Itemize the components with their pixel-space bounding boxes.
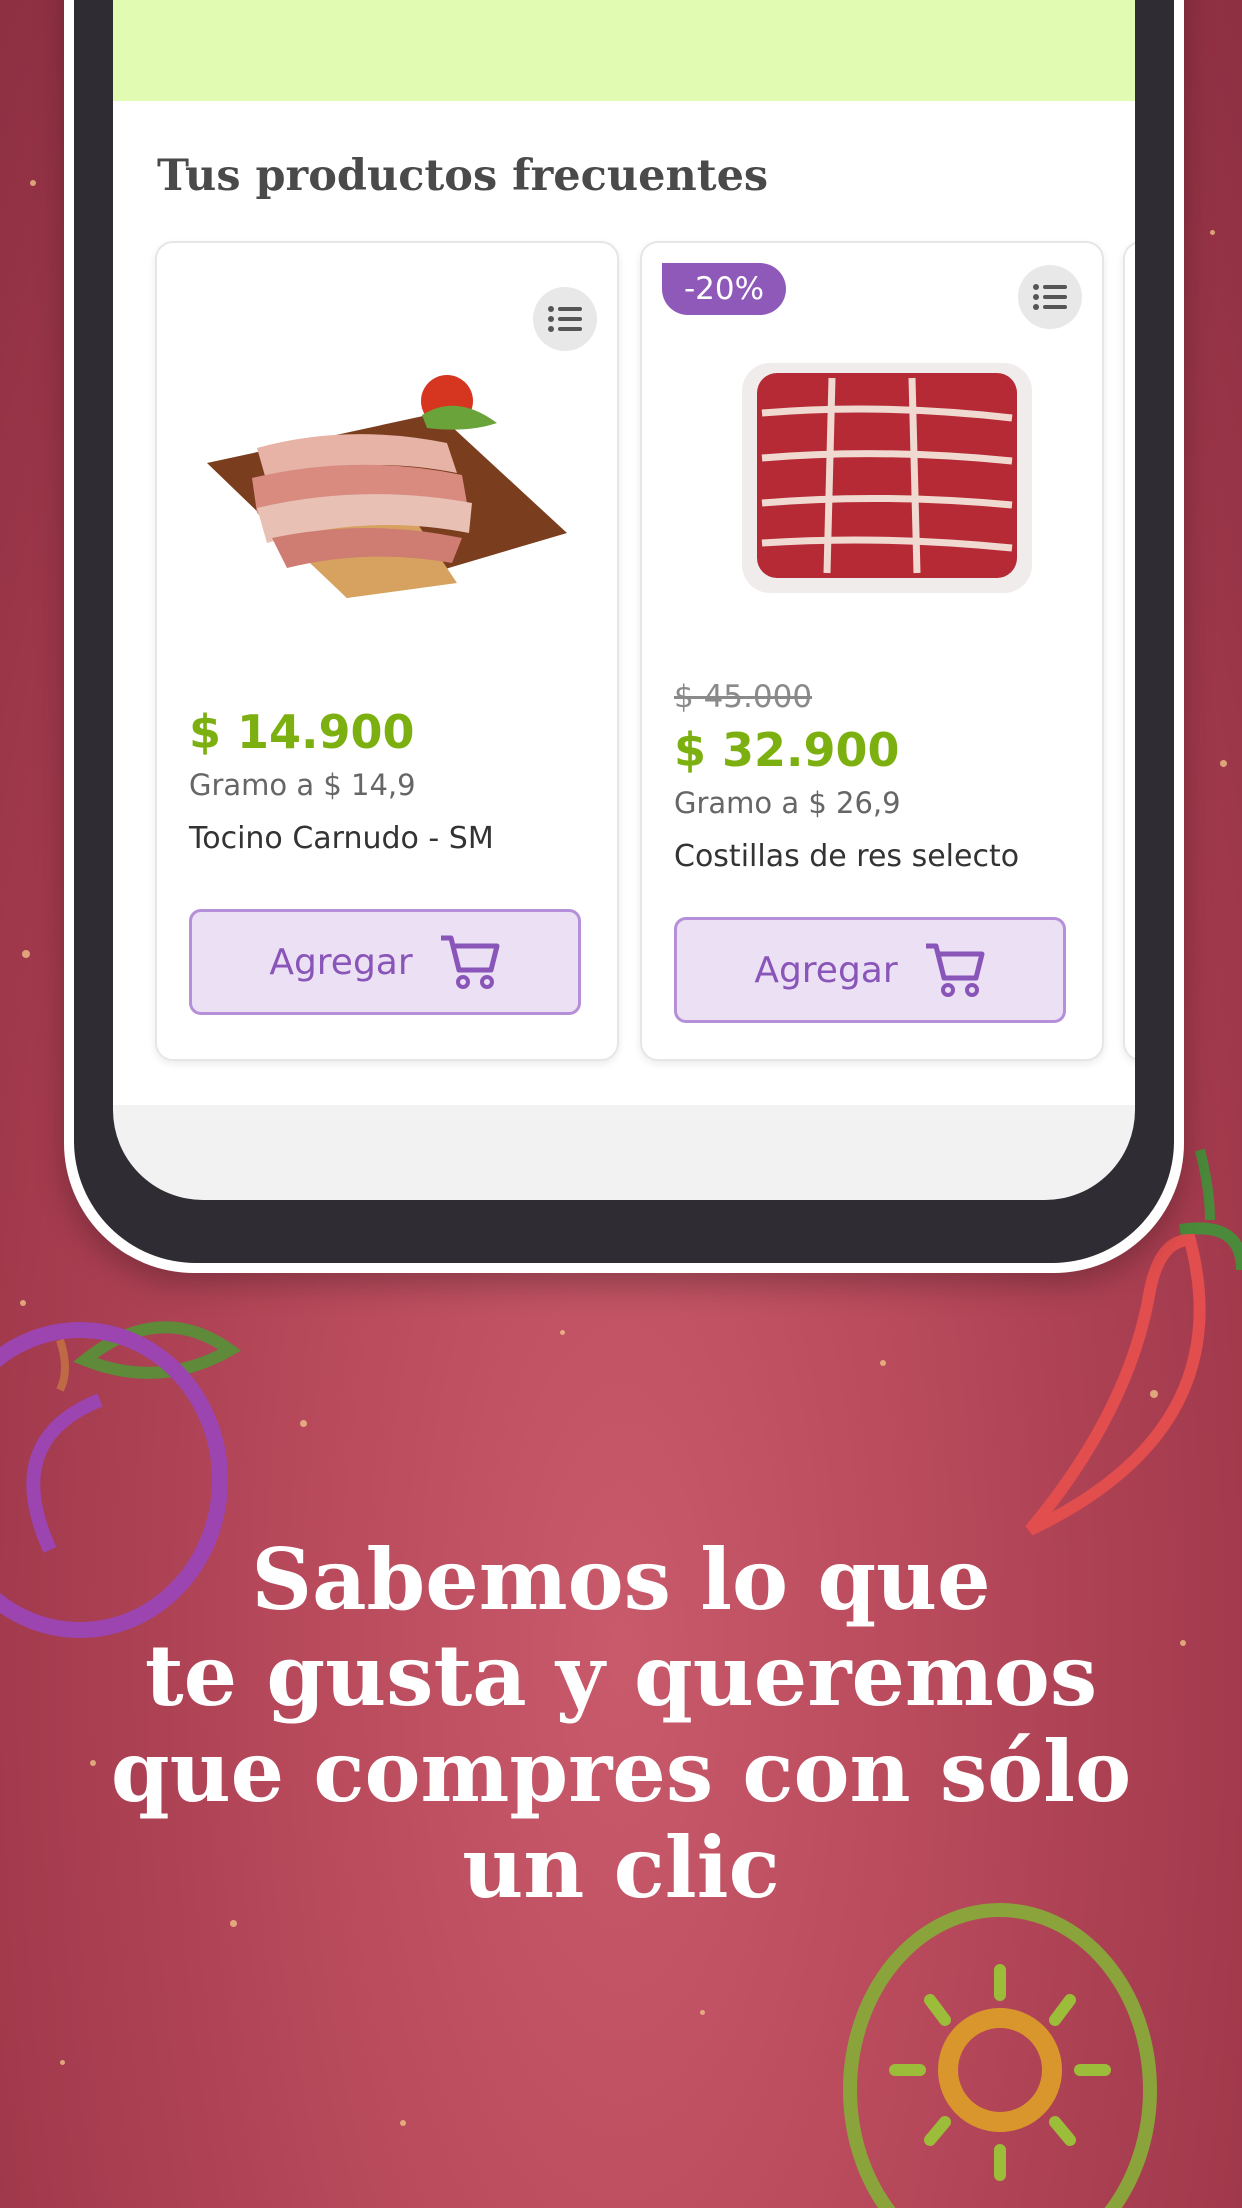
phone-frame: Tus productos frecuentes $ 14.900 Gramo … — [64, 0, 1184, 1273]
headline-line-2: te gusta y queremos — [144, 1626, 1098, 1725]
headline-line-3: que compres con sólo — [110, 1722, 1132, 1821]
original-price: $ 45.000 — [674, 679, 813, 715]
product-name: Costillas de res selecto — [674, 839, 1020, 874]
product-card-partial[interactable] — [1123, 241, 1135, 1061]
promo-headline: Sabemos lo que te gusta y queremos que c… — [0, 1532, 1242, 1916]
add-to-cart-button[interactable]: Agregar — [674, 917, 1066, 1023]
product-name: Tocino Carnudo - SM — [189, 821, 494, 856]
list-icon — [548, 306, 582, 332]
product-card[interactable]: -20% $ 45.000 $ 32.900 Gramo a $ 26,9 Co… — [640, 241, 1104, 1061]
product-price: $ 14.900 — [189, 705, 415, 759]
add-to-list-button[interactable] — [533, 287, 597, 351]
frequent-products-section: Tus productos frecuentes $ 14.900 Gramo … — [113, 101, 1135, 1105]
product-card[interactable]: $ 14.900 Gramo a $ 14,9 Tocino Carnudo -… — [155, 241, 619, 1061]
cart-icon — [925, 943, 985, 997]
section-title: Tus productos frecuentes — [157, 151, 769, 201]
add-to-list-button[interactable] — [1018, 265, 1082, 329]
top-banner — [113, 0, 1135, 101]
list-icon — [1033, 284, 1067, 310]
discount-badge: -20% — [662, 263, 787, 315]
add-to-cart-button[interactable]: Agregar — [189, 909, 581, 1015]
kiwi-illustration — [843, 1903, 1157, 2208]
headline-line-4: un clic — [462, 1818, 780, 1917]
unit-price: Gramo a $ 26,9 — [674, 786, 901, 820]
phone-screen: Tus productos frecuentes $ 14.900 Gramo … — [113, 0, 1135, 1200]
cart-icon — [440, 935, 500, 989]
headline-line-1: Sabemos lo que — [251, 1530, 991, 1629]
beef-ribs-tray-image — [742, 363, 1032, 593]
add-label: Agregar — [754, 949, 898, 991]
product-price: $ 32.900 — [674, 723, 900, 777]
unit-price: Gramo a $ 14,9 — [189, 768, 416, 802]
bacon-board-image — [207, 375, 567, 598]
add-label: Agregar — [269, 941, 413, 983]
